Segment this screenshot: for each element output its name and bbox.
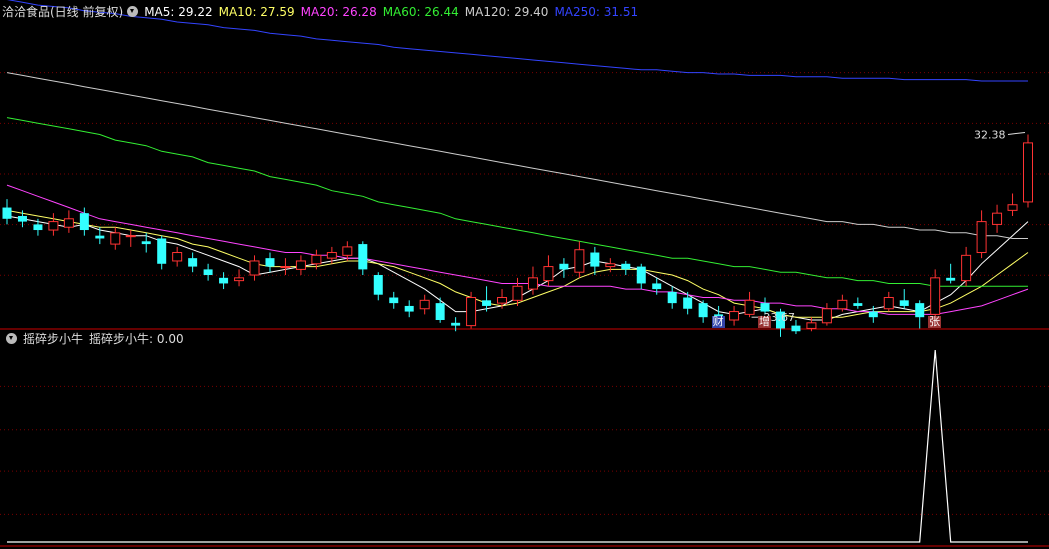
candle-body	[110, 232, 121, 245]
candle-body	[683, 297, 693, 309]
ma-legend: MA5: 29.22 MA10: 27.59 MA20: 26.28 MA60: 26…	[144, 5, 644, 19]
candle-body	[265, 258, 275, 267]
candle-body	[899, 300, 909, 306]
candle-body	[141, 241, 151, 245]
candle-body	[2, 207, 12, 219]
candle-body	[451, 322, 461, 326]
candle-body	[915, 303, 925, 318]
candle-body	[992, 212, 1003, 225]
indicator-line	[7, 349, 1028, 543]
candle-body	[326, 252, 337, 259]
candle-body	[125, 235, 136, 238]
candle-body	[466, 297, 477, 327]
event-marker[interactable]: 财	[711, 316, 725, 328]
candle-body	[961, 254, 972, 282]
candle-body	[358, 244, 368, 270]
candle-body	[636, 266, 646, 284]
candle-body	[605, 263, 616, 268]
candle-body	[1007, 204, 1018, 211]
ma-legend-item: MA10: 27.59	[218, 5, 295, 19]
candle-body	[419, 299, 430, 310]
candle-body	[574, 249, 585, 273]
candle-body	[791, 325, 801, 332]
candle-body	[883, 297, 894, 310]
candle-body	[219, 277, 229, 284]
event-marker[interactable]: 张	[928, 316, 942, 328]
candle-body	[1023, 142, 1033, 203]
ma-legend-item: MA20: 26.28	[300, 5, 377, 19]
candle-body	[667, 291, 677, 304]
candle-body	[311, 254, 322, 265]
candle-body	[234, 277, 245, 282]
candle-body	[652, 283, 662, 290]
candle-body	[95, 235, 105, 239]
main-header: 洽洽食品(日线 前复权) MA5: 29.22 MA10: 27.59 MA20: 2…	[2, 4, 644, 20]
candle-body	[930, 277, 941, 315]
candle-body	[744, 299, 755, 315]
candle-body	[172, 252, 183, 262]
candle-body	[853, 303, 863, 306]
candle-body	[497, 297, 508, 304]
candle-body	[729, 311, 740, 321]
candle-body	[63, 218, 74, 228]
ma-legend-item: MA120: 29.40	[464, 5, 549, 19]
candle-body	[837, 299, 848, 310]
high-price-label: 32.38	[974, 128, 1006, 141]
candle-body	[821, 308, 832, 324]
candle-body	[976, 221, 987, 254]
candle-body	[868, 311, 878, 318]
stock-title: 洽洽食品(日线 前复权)	[2, 5, 124, 19]
ma-legend-item: MA5: 29.22	[144, 5, 213, 19]
event-marker[interactable]: 增	[758, 316, 771, 328]
candle-body	[512, 285, 523, 301]
candle-body	[48, 221, 59, 231]
candle-body	[404, 305, 414, 312]
candle-body	[543, 266, 554, 282]
candle-body	[590, 252, 600, 267]
dropdown-circle-icon[interactable]	[127, 6, 139, 17]
candle-body	[946, 277, 956, 281]
candle-body	[621, 263, 631, 270]
price-chart[interactable]: 32.3823.67	[0, 0, 1049, 549]
candle-body	[33, 224, 43, 231]
indicator-header: 摇碎步小牛 摇碎步小牛: 0.00	[2, 331, 190, 347]
indicator-value: 摇碎步小牛: 0.00	[89, 332, 184, 346]
indicator-name: 摇碎步小牛	[23, 332, 84, 346]
candle-body	[188, 258, 198, 267]
candle-body	[698, 303, 708, 318]
ma-legend-item: MA60: 26.44	[382, 5, 459, 19]
dropdown-circle-icon[interactable]	[6, 333, 17, 344]
candle-body	[527, 277, 538, 290]
candle-body	[79, 213, 89, 231]
candle-body	[373, 275, 383, 295]
candle-body	[806, 322, 817, 329]
candle-body	[342, 246, 353, 256]
candle-body	[435, 303, 445, 320]
candle-body	[295, 260, 306, 270]
candle-body	[17, 215, 27, 222]
ma-line-ma120	[6, 72, 1028, 239]
candle-body	[249, 260, 260, 276]
ma-legend-item: MA250: 31.51	[554, 5, 639, 19]
candle-body	[203, 269, 213, 276]
candle-body	[482, 300, 492, 306]
high-price-arrow	[1007, 131, 1026, 135]
candle-body	[389, 297, 399, 304]
candle-body	[157, 238, 167, 264]
candle-body	[559, 263, 569, 270]
candle-body	[280, 266, 291, 269]
